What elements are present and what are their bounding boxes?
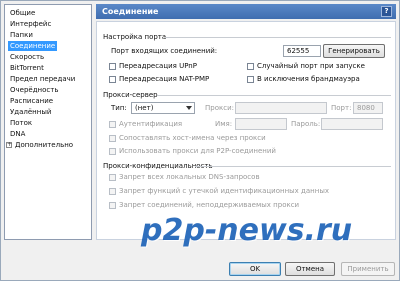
sidebar-item-advanced-label: Дополнительно <box>15 141 74 149</box>
disable-unsupported-label: Запрет соединений, неподдерживаемых прок… <box>119 201 300 209</box>
apply-button[interactable]: Применить <box>341 262 395 276</box>
firewall-checkbox[interactable] <box>247 76 254 83</box>
sidebar-item-scheduler[interactable]: Расписание <box>8 96 55 106</box>
upnp-checkbox[interactable] <box>109 63 116 70</box>
auth-checkbox[interactable] <box>109 121 116 128</box>
random-port-label: Случайный порт при запуске <box>257 62 365 70</box>
incoming-port-label: Порт входящих соединений: <box>111 47 218 55</box>
proxy-user-label: Имя: <box>215 120 233 128</box>
pane-header: Соединение ? <box>96 4 396 19</box>
sidebar-item-queueing[interactable]: Очерёдность <box>8 85 60 95</box>
proxy-type-select[interactable]: (нет) <box>131 102 195 114</box>
firewall-label: В исключения брандмауэра <box>257 75 360 83</box>
proxy-user-input[interactable] <box>235 118 287 130</box>
disable-leak-label: Запрет функций с утечкой идентификационн… <box>119 187 329 195</box>
proxy-p2p-checkbox[interactable] <box>109 148 116 155</box>
cancel-button[interactable]: Отмена <box>285 262 335 276</box>
sidebar-item-transfer-cap[interactable]: Предел передачи <box>8 74 77 84</box>
settings-sidebar: Общие Интерфейс Папки Соединение Скорост… <box>4 4 92 240</box>
settings-window: Общие Интерфейс Папки Соединение Скорост… <box>0 0 400 281</box>
disable-dns-checkbox[interactable] <box>109 174 116 181</box>
disable-unsupported-checkbox[interactable] <box>109 202 116 209</box>
sidebar-item-folders[interactable]: Папки <box>8 30 35 40</box>
watermark-logo: p2p-news.ru <box>141 213 353 248</box>
resolve-hostnames-label: Сопоставлять хост-имена через прокси <box>119 134 266 142</box>
proxy-host-label: Прокси: <box>205 104 234 112</box>
natpmp-checkbox[interactable] <box>109 76 116 83</box>
proxy-port-input[interactable]: 8080 <box>353 102 383 114</box>
proxy-password-label: Пароль: <box>291 120 321 128</box>
privacy-section-divider <box>195 166 391 167</box>
sidebar-item-bittorrent[interactable]: BitTorrent <box>8 63 46 73</box>
resolve-hostnames-checkbox[interactable] <box>109 135 116 142</box>
help-icon[interactable]: ? <box>381 6 392 17</box>
proxy-port-label: Порт: <box>331 104 352 112</box>
sidebar-item-dna[interactable]: DNA <box>8 129 27 139</box>
sidebar-item-remote[interactable]: Удалённый <box>8 107 53 117</box>
ok-button[interactable]: OK <box>229 262 281 276</box>
sidebar-item-interface[interactable]: Интерфейс <box>8 19 53 29</box>
generate-button[interactable]: Генерировать <box>323 44 385 58</box>
expand-icon[interactable]: + <box>6 142 12 148</box>
disable-leak-checkbox[interactable] <box>109 188 116 195</box>
random-port-checkbox[interactable] <box>247 63 254 70</box>
proxy-section-title: Прокси-сервер <box>103 91 158 99</box>
proxy-p2p-label: Использовать прокси для P2P-соединений <box>119 147 276 155</box>
proxy-section-divider <box>157 95 391 96</box>
proxy-password-input[interactable] <box>321 118 383 130</box>
sidebar-item-connection[interactable]: Соединение <box>8 41 58 51</box>
page-title: Соединение <box>102 7 159 16</box>
connection-pane: Соединение ? Настройка порта Порт входящ… <box>96 4 396 240</box>
sidebar-item-general[interactable]: Общие <box>8 8 37 18</box>
dropdown-arrow-icon <box>186 106 192 110</box>
proxy-type-value: (нет) <box>135 104 154 112</box>
sidebar-item-streaming[interactable]: Поток <box>8 118 34 128</box>
port-section-divider <box>165 37 391 38</box>
natpmp-label: Переадресация NAT-PMP <box>119 75 210 83</box>
disable-dns-label: Запрет всех локальных DNS-запросов <box>119 173 260 181</box>
sidebar-item-advanced[interactable]: + Дополнительно <box>6 140 75 150</box>
proxy-host-input[interactable] <box>235 102 327 114</box>
auth-label: Аутентификация <box>119 120 183 128</box>
upnp-label: Переадресация UPnP <box>119 62 197 70</box>
proxy-type-label: Тип: <box>111 104 127 112</box>
port-section-title: Настройка порта <box>103 33 167 41</box>
incoming-port-input[interactable]: 62555 <box>283 45 321 57</box>
sidebar-item-speed[interactable]: Скорость <box>8 52 46 62</box>
pane-content: Настройка порта Порт входящих соединений… <box>96 21 396 240</box>
